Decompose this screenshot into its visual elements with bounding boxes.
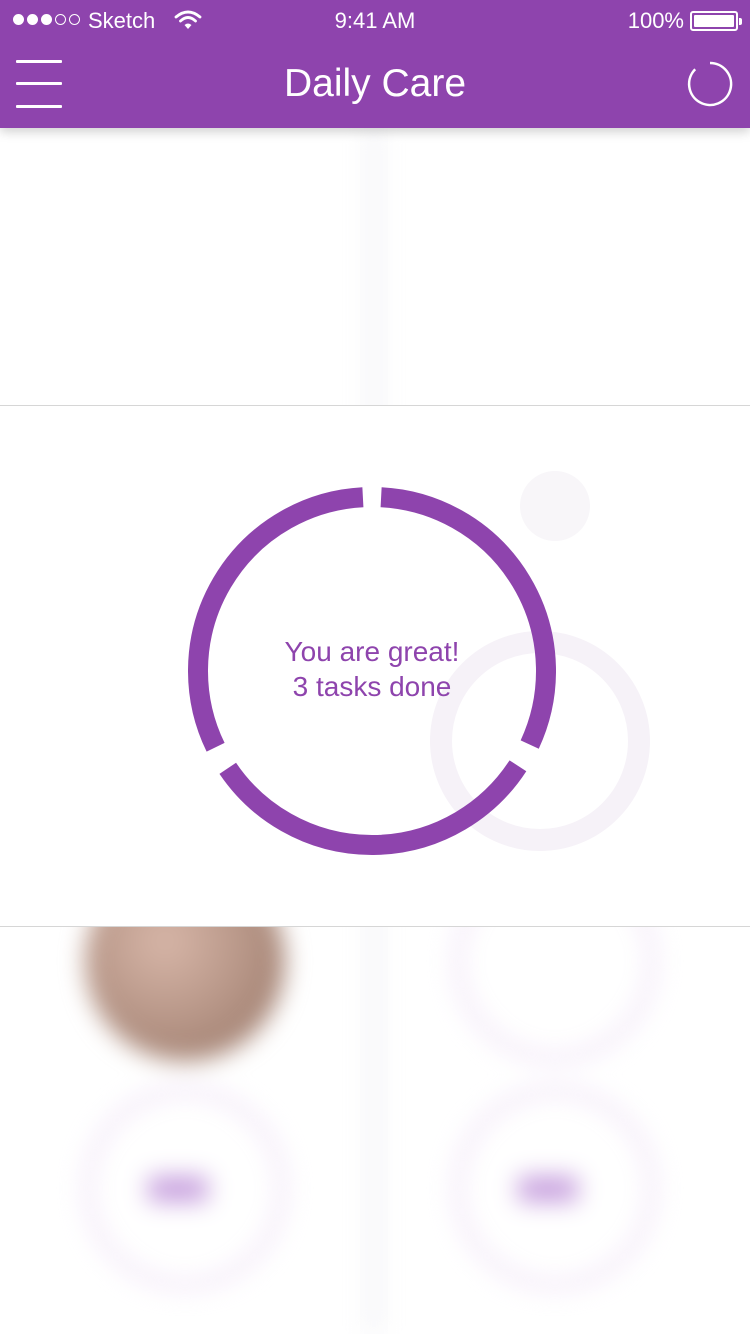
sync-button[interactable]: [686, 60, 734, 108]
battery-percentage: 100%: [627, 8, 684, 33]
task-icon: [148, 1176, 208, 1202]
progress-message: You are great! 3 tasks done: [188, 634, 556, 704]
progress-ring-segment-1: [380, 487, 556, 749]
tasks-done-count: 3 tasks done: [292, 671, 452, 702]
sync-circle-icon: [687, 61, 733, 107]
header: Sketch 9:41 AM 100% Daily Care: [0, 0, 750, 128]
progress-ring-segment-3: [188, 487, 364, 752]
task-icon: [518, 1176, 578, 1202]
progress-ring-segment-2: [219, 760, 527, 855]
daily-care-screen: Sketch 9:41 AM 100% Daily Care You are g…: [0, 0, 750, 1334]
status-bar: Sketch 9:41 AM 100%: [0, 0, 750, 40]
page-title: Daily Care: [283, 62, 467, 105]
encouragement-text: You are great!: [284, 636, 460, 667]
battery-icon: [690, 11, 742, 31]
navigation-bar: Daily Care: [0, 40, 750, 128]
progress-card: You are great! 3 tasks done: [0, 405, 750, 927]
